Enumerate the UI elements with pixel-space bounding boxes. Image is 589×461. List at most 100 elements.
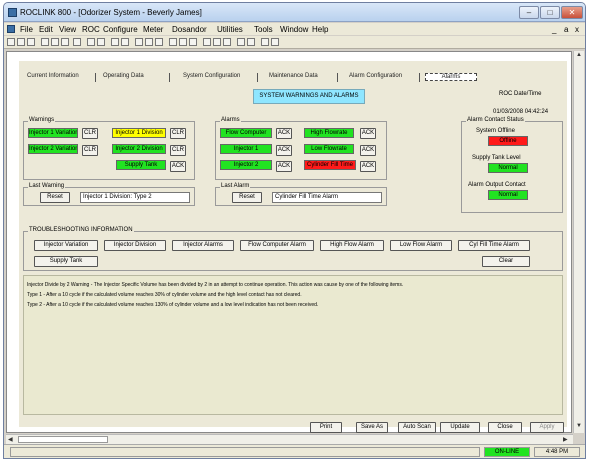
close-form-button[interactable]: Close — [488, 422, 522, 433]
menu-file[interactable]: File — [20, 25, 33, 34]
apply-button[interactable]: Apply — [530, 422, 564, 433]
high-flow-alarm-button[interactable]: High Flow Alarm — [320, 240, 384, 251]
alarm-icon[interactable] — [189, 38, 197, 46]
troubleshooting-text-panel: Injector Divide by 2 Warning - The Injec… — [23, 275, 563, 415]
supply-tank-button[interactable]: Supply Tank — [34, 256, 98, 267]
tab-alarm-configuration[interactable]: Alarm Configuration — [349, 73, 402, 79]
mdi-minimize-button[interactable]: _ — [552, 25, 556, 34]
client-area: Current Information Operating Data Syste… — [6, 51, 572, 433]
menu-window[interactable]: Window — [280, 25, 308, 34]
menu-configure[interactable]: Configure — [103, 25, 138, 34]
close-button[interactable]: ✕ — [561, 6, 583, 19]
cyl-fill-time-alarm-button[interactable]: Cyl Fill Time Alarm — [458, 240, 530, 251]
scroll-thumb[interactable] — [18, 436, 108, 443]
clock-icon[interactable] — [213, 38, 221, 46]
io-icon[interactable] — [145, 38, 153, 46]
menu-view[interactable]: View — [59, 25, 76, 34]
auto-scan-button[interactable]: Auto Scan — [398, 422, 436, 433]
injector-alarms-button[interactable]: Injector Alarms — [172, 240, 234, 251]
pid-icon[interactable] — [155, 38, 163, 46]
menu-tools[interactable]: Tools — [254, 25, 273, 34]
flow-computer-alarm-button[interactable]: Flow Computer Alarm — [240, 240, 314, 251]
flow-computer-indicator: Flow Computer — [220, 128, 272, 138]
copy-icon[interactable] — [51, 38, 59, 46]
title-bar[interactable]: ROCLINK 800 - [Odorizer System - Beverly… — [4, 3, 585, 22]
scroll-right-icon[interactable]: ▶ — [563, 436, 568, 443]
menu-utilities[interactable]: Utilities — [217, 25, 243, 34]
ack-low-flowrate-button[interactable]: ACK — [360, 145, 376, 156]
supply-tank-level-label: Supply Tank Level — [472, 155, 521, 161]
vertical-scrollbar[interactable]: ▲ ▼ — [573, 51, 584, 433]
tab-system-configuration[interactable]: System Configuration — [183, 73, 240, 79]
clock-status: 4:48 PM — [534, 447, 580, 457]
online-status: ON-LINE — [484, 447, 530, 457]
save-as-button[interactable]: Save As — [356, 422, 388, 433]
warnings-group: Warnings Injector 1 Variation CLR Inject… — [23, 117, 195, 180]
tab-maintenance-data[interactable]: Maintenance Data — [269, 73, 318, 79]
about-icon[interactable] — [261, 38, 269, 46]
low-flow-alarm-button[interactable]: Low Flow Alarm — [390, 240, 452, 251]
tab-alarms[interactable]: Alarms — [425, 73, 477, 81]
new-icon[interactable] — [7, 38, 15, 46]
ack-injector-1-button[interactable]: ACK — [276, 145, 292, 156]
display-icon[interactable] — [223, 38, 231, 46]
troubleshooting-text-line: Type 2 - After a 10 cycle if the calcula… — [27, 302, 319, 308]
clr-injector-1-division-button[interactable]: CLR — [170, 128, 186, 139]
alarm-output-contact-label: Alarm Output Contact — [468, 182, 526, 188]
paste-icon[interactable] — [61, 38, 69, 46]
history-icon[interactable] — [179, 38, 187, 46]
ack-supply-tank-button[interactable]: ACK — [170, 161, 186, 172]
mdi-restore-button[interactable]: a — [564, 25, 568, 34]
odorizer-form: Current Information Operating Data Syste… — [19, 61, 567, 427]
reset-alarm-button[interactable]: Reset — [232, 192, 262, 203]
chart-icon[interactable] — [121, 38, 129, 46]
cut-icon[interactable] — [41, 38, 49, 46]
tab-operating-data[interactable]: Operating Data — [103, 73, 144, 79]
clr-injector-1-variation-button[interactable]: CLR — [82, 128, 98, 139]
injector-1-alarm-indicator: Injector 1 — [220, 144, 272, 154]
scroll-up-icon[interactable]: ▲ — [576, 52, 582, 58]
ack-injector-2-button[interactable]: ACK — [276, 161, 292, 172]
supply-tank-indicator: Supply Tank — [116, 160, 166, 170]
menu-meter[interactable]: Meter — [143, 25, 163, 34]
clear-button[interactable]: Clear — [482, 256, 530, 267]
clr-injector-2-division-button[interactable]: CLR — [170, 145, 186, 156]
help-icon[interactable] — [271, 38, 279, 46]
window-icon[interactable] — [237, 38, 245, 46]
settings-icon[interactable] — [203, 38, 211, 46]
last-alarm-field: Cylinder Fill Time Alarm — [272, 192, 382, 203]
print-icon[interactable] — [73, 38, 81, 46]
tile-icon[interactable] — [247, 38, 255, 46]
reset-warning-button[interactable]: Reset — [40, 192, 70, 203]
update-button[interactable]: Update — [440, 422, 480, 433]
fst-icon[interactable] — [169, 38, 177, 46]
print-button[interactable]: Print — [310, 422, 342, 433]
meter-icon[interactable] — [135, 38, 143, 46]
menu-roc[interactable]: ROC — [82, 25, 100, 34]
connect-icon[interactable] — [87, 38, 95, 46]
save-icon[interactable] — [27, 38, 35, 46]
ack-flow-computer-button[interactable]: ACK — [276, 128, 292, 139]
last-warning-label: Last Warning — [28, 183, 66, 189]
menu-dosandor[interactable]: Dosandor — [172, 25, 207, 34]
open-icon[interactable] — [17, 38, 25, 46]
last-alarm-group: Last Alarm Reset Cylinder Fill Time Alar… — [215, 183, 387, 206]
maximize-button[interactable]: □ — [540, 6, 560, 19]
system-offline-indicator: Offline — [488, 136, 528, 146]
disconnect-icon[interactable] — [97, 38, 105, 46]
clr-injector-2-variation-button[interactable]: CLR — [82, 145, 98, 156]
mdi-close-button[interactable]: x — [575, 25, 579, 34]
flag-icon[interactable] — [111, 38, 119, 46]
scroll-down-icon[interactable]: ▼ — [576, 423, 582, 429]
menu-edit[interactable]: Edit — [39, 25, 53, 34]
scroll-left-icon[interactable]: ◀ — [8, 436, 13, 443]
menu-bar: File Edit View ROC Configure Meter Dosan… — [4, 23, 585, 35]
ack-cylinder-fill-time-button[interactable]: ACK — [360, 161, 376, 172]
injector-variation-button[interactable]: Injector Variation — [34, 240, 98, 251]
tab-current-information[interactable]: Current Information — [27, 73, 79, 79]
horizontal-scrollbar[interactable]: ◀ ▶ — [6, 434, 573, 444]
injector-division-button[interactable]: Injector Division — [104, 240, 166, 251]
minimize-button[interactable]: – — [519, 6, 539, 19]
ack-high-flowrate-button[interactable]: ACK — [360, 128, 376, 139]
menu-help[interactable]: Help — [312, 25, 328, 34]
